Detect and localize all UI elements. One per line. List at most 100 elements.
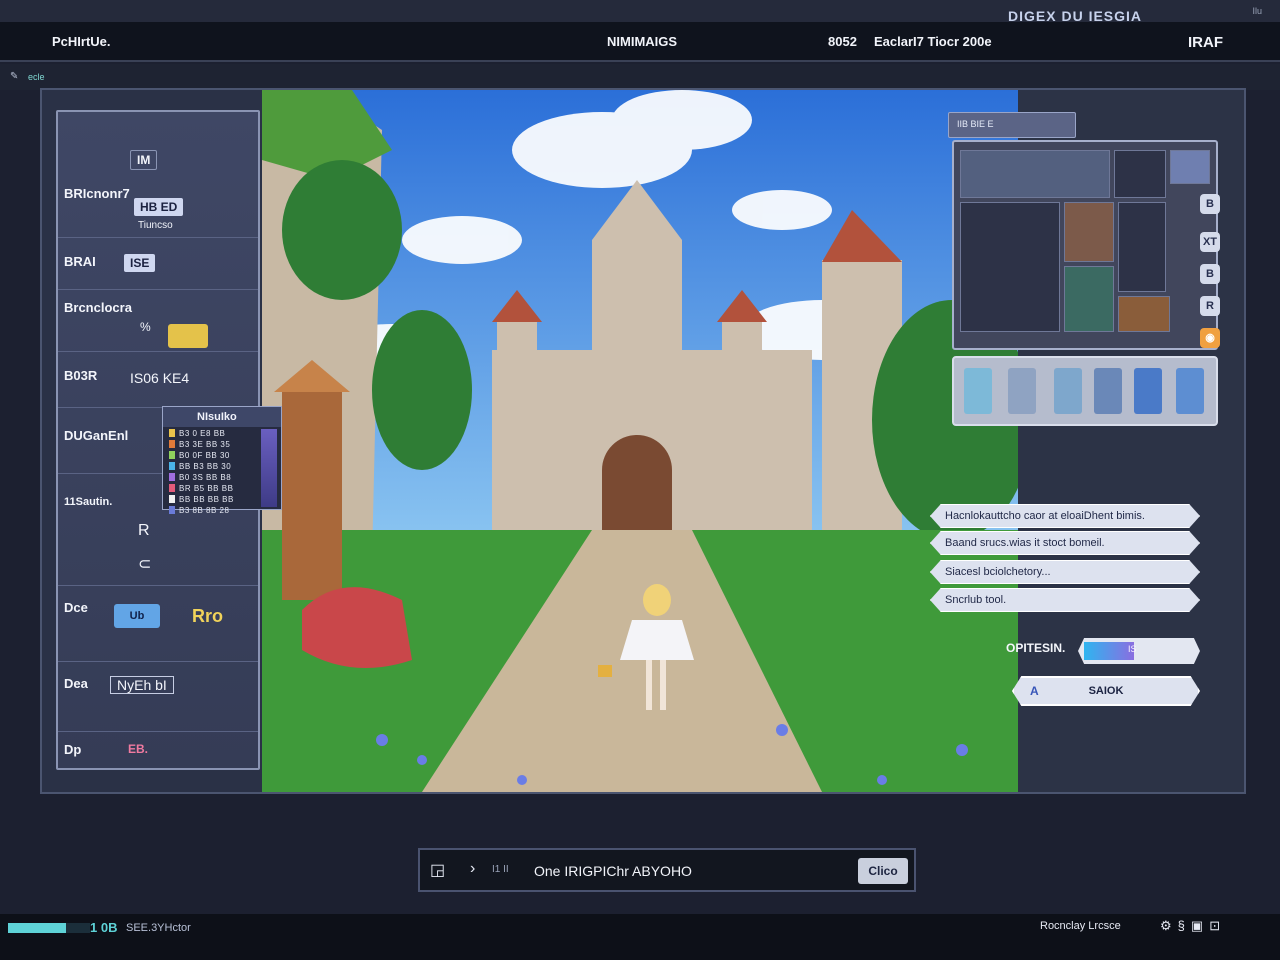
castle-gate[interactable] — [602, 435, 672, 530]
save-icon: A — [1030, 684, 1039, 698]
inventory-slot[interactable] — [1094, 368, 1122, 414]
status-number: 1 0B — [90, 920, 118, 935]
stat-swatch — [169, 429, 175, 437]
corner-title[interactable]: IRAF — [1188, 34, 1223, 51]
side-icon[interactable]: XT — [1200, 232, 1220, 252]
stat-row[interactable]: Brcnclocra % — [58, 290, 258, 352]
stat-value: NyEh bI — [110, 676, 174, 694]
window-icon[interactable]: ▣ — [1191, 918, 1209, 933]
pin-icon[interactable]: ✎ — [10, 71, 18, 82]
castle-tower-mid — [722, 320, 762, 460]
stat-row[interactable]: BRAI ISE — [58, 238, 258, 290]
rune-icon[interactable]: R — [138, 522, 150, 540]
stat-row[interactable]: Dce Ub Rro — [58, 586, 258, 662]
stat-popup-text: BR B5 BB BB — [179, 483, 234, 493]
stat-label: DUGanEnl — [64, 428, 129, 443]
side-icon[interactable]: B — [1200, 264, 1220, 284]
stat-label: BRIcnonr7 — [64, 186, 130, 201]
chevron-right-icon[interactable]: › — [470, 860, 475, 878]
small-item[interactable] — [598, 665, 612, 677]
stat-swatch — [169, 451, 175, 459]
progress-fill — [8, 923, 67, 933]
dialog-option[interactable]: Siacesl bciolchetory... — [930, 560, 1200, 584]
game-scene[interactable] — [262, 90, 1028, 792]
options-slider[interactable]: IS — [1078, 638, 1200, 664]
stat-label: Dce — [64, 600, 88, 615]
stat-value: EB. — [128, 742, 149, 756]
stat-label: Dp — [64, 742, 82, 757]
status-left-text: SEE.3YHctor — [126, 922, 191, 934]
minimap-tab[interactable]: IIB BIE E — [948, 112, 1076, 138]
quest-text: One IRIGPIChr ABYOHO — [534, 863, 692, 879]
dialog-option[interactable]: Baand srucs.wias it stoct bomeil. — [930, 531, 1200, 555]
stat-chip: ISE — [124, 254, 156, 272]
minimap-room — [1118, 296, 1170, 332]
inventory-slot[interactable] — [1176, 368, 1204, 414]
top-chip[interactable]: IM — [130, 150, 158, 170]
stat-row[interactable]: B03R IS06 KE4 — [58, 352, 258, 408]
corner-text: Ilu — [1252, 6, 1262, 16]
stat-chip: HB ED — [134, 198, 184, 216]
gold-label: Rro — [192, 606, 223, 626]
minimap-room — [1170, 150, 1210, 184]
stat-popup-text: BB BB BB BB — [179, 494, 234, 504]
gear-icon[interactable]: ⚙ — [1160, 918, 1178, 933]
minimap-room — [1064, 202, 1114, 262]
stat-row[interactable]: BRIcnonr7 HB ED Tiuncso — [58, 172, 258, 238]
stat-popup-text: B0 0F BB 30 — [179, 450, 230, 460]
inventory-slot[interactable] — [1008, 368, 1036, 414]
stat-label: B03R — [64, 368, 98, 383]
square-icon[interactable]: ⊡ — [1209, 918, 1226, 933]
shield-emblem-icon: Ub — [114, 604, 160, 628]
minimap[interactable] — [952, 140, 1218, 350]
options-slider-value: IS — [1128, 644, 1137, 654]
status-right-text: Rocnclay Lrcsce — [1040, 920, 1121, 932]
section-icon[interactable]: § — [1178, 918, 1191, 933]
stat-popup-text: BB B3 BB 30 — [179, 461, 232, 471]
right-panel-label: DIGEX DU IESGIA — [1008, 8, 1143, 24]
status-icons[interactable]: ⚙§▣⊡ — [1160, 918, 1226, 934]
quest-button[interactable]: Clico — [858, 858, 908, 884]
stat-popup-title: NIsuIko — [163, 407, 281, 427]
save-button[interactable]: A SAIOK — [1012, 676, 1200, 706]
stat-popup-text: B3 0 E8 BB — [179, 428, 226, 438]
stat-sub: % — [140, 320, 151, 334]
stat-label: 11Sautin. — [64, 496, 113, 508]
save-button-label: SAIOK — [1088, 685, 1124, 697]
spiral-icon[interactable]: ⊂ — [138, 554, 151, 574]
stat-swatch — [169, 440, 175, 448]
stat-popup-bar — [261, 429, 277, 507]
stat-swatch — [169, 473, 175, 481]
minimap-room — [1114, 150, 1166, 198]
map-icon[interactable]: ◲ — [430, 860, 445, 880]
dialog-option[interactable]: Hacnlokauttcho caor at eloaiDhent bimis. — [930, 504, 1200, 528]
dialog-option[interactable]: Sncrlub tool. — [930, 588, 1200, 612]
stat-label: BRAI — [64, 254, 96, 269]
castle-tower-left — [497, 320, 537, 460]
side-icon[interactable]: B — [1200, 194, 1220, 214]
stat-row[interactable]: Dp EB. — [58, 732, 258, 768]
stat-label: Dea — [64, 676, 88, 691]
stat-sub: Tiuncso — [138, 220, 173, 231]
crest-icon — [168, 324, 208, 348]
inventory-strip[interactable] — [952, 356, 1218, 426]
minimap-room — [1064, 266, 1114, 332]
side-icon[interactable]: R — [1200, 296, 1220, 316]
stat-popup-text: B3 8B 8B 28 — [179, 505, 230, 515]
inventory-slot[interactable] — [1054, 368, 1082, 414]
minimap-room — [960, 202, 1060, 332]
time-readout: 8052 — [828, 34, 857, 49]
stat-popup[interactable]: NIsuIko B3 0 E8 BB B3 3E BB 35 B0 0F BB 30… — [162, 406, 282, 515]
options-label: OPITESIN. — [1006, 641, 1066, 655]
minimap-room — [960, 150, 1110, 198]
minimap-room — [1118, 202, 1166, 292]
side-icon[interactable]: ◉ — [1200, 328, 1220, 348]
quest-extra: I1 II — [492, 864, 509, 875]
inventory-slot[interactable] — [1134, 368, 1162, 414]
stat-value: IS06 KE4 — [130, 370, 190, 386]
stat-swatch — [169, 506, 175, 514]
stat-swatch — [169, 495, 175, 503]
quest-bar[interactable]: ◲ › I1 II One IRIGPIChr ABYOHO Clico — [418, 848, 916, 892]
stat-row[interactable]: Dea NyEh bI — [58, 662, 258, 732]
inventory-slot[interactable] — [964, 368, 992, 414]
